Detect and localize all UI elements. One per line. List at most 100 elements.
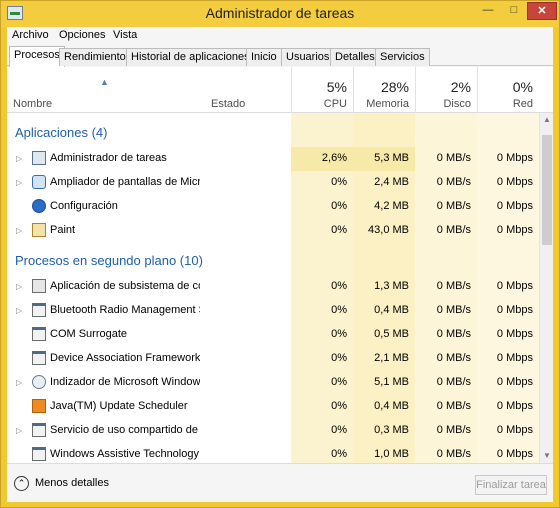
scroll-up-icon[interactable]: ▲ [543, 115, 551, 124]
task-manager-icon [32, 151, 46, 165]
process-mem-value: 1,0 MB [374, 448, 409, 460]
header-cpu-label: CPU [323, 98, 347, 110]
process-cpu-value: 0% [331, 304, 347, 316]
header-network[interactable]: 0% Red [477, 67, 539, 113]
end-task-button[interactable]: Finalizar tarea [475, 475, 547, 495]
process-cpu-value: 0% [331, 400, 347, 412]
process-mem-value: 4,2 MB [374, 200, 409, 212]
scrollbar-thumb[interactable] [542, 135, 552, 245]
sharing-service-icon [32, 423, 46, 437]
process-row[interactable]: ▷ Ampliador de pantallas de Micr... 0% 2,4 … [7, 171, 539, 195]
close-button[interactable]: ✕ [527, 2, 557, 20]
expand-chevron-icon[interactable]: ▷ [16, 178, 22, 187]
process-cpu-value: 0% [331, 328, 347, 340]
process-mem-value: 2,4 MB [374, 176, 409, 188]
process-cpu-value: 0% [331, 352, 347, 364]
process-list: ▲ Nombre Estado 5% CPU 28% Memoria 2% Di… [7, 67, 553, 463]
tab-inicio[interactable]: Inicio [246, 48, 282, 66]
menu-opciones[interactable]: Opciones [59, 29, 105, 41]
header-memory-label: Memoria [366, 98, 409, 110]
process-name: Servicio de uso compartido de r... [50, 424, 200, 436]
process-mem-value: 2,1 MB [374, 352, 409, 364]
header-name[interactable]: Nombre [13, 98, 52, 110]
process-name: Bluetooth Radio Management S... [50, 304, 200, 316]
sort-ascending-icon[interactable]: ▲ [100, 77, 109, 87]
expand-chevron-icon[interactable]: ▷ [16, 378, 22, 387]
process-cpu-value: 0% [331, 224, 347, 236]
fewer-details-link[interactable]: Menos detalles [35, 477, 109, 489]
header-cpu[interactable]: 5% CPU [291, 67, 353, 113]
group-title: Procesos en segundo plano (10) [15, 253, 203, 268]
process-row[interactable]: ▷ Bluetooth Radio Management S... 0% 0,4 MB… [7, 299, 539, 323]
process-net-value: 0 Mbps [496, 352, 533, 364]
vertical-scrollbar[interactable]: ▲ ▼ [539, 113, 553, 463]
process-name: Java(TM) Update Scheduler [50, 400, 188, 412]
chevron-up-icon[interactable]: ⌃ [14, 476, 29, 491]
expand-chevron-icon[interactable]: ▷ [16, 426, 22, 435]
tab-rendimiento[interactable]: Rendimiento [59, 48, 131, 66]
process-cpu-value: 0% [331, 376, 347, 388]
process-name: Device Association Framework ... [50, 352, 200, 364]
group-title: Aplicaciones (4) [15, 125, 108, 140]
process-name: Indizador de Microsoft Window... [50, 376, 200, 388]
close-icon: ✕ [537, 5, 547, 17]
process-row[interactable]: ▷ Indizador de Microsoft Window... 0% 5,1 M… [7, 371, 539, 395]
process-mem-value: 1,3 MB [374, 280, 409, 292]
process-net-value: 0 Mbps [496, 400, 533, 412]
process-disk-value: 0 MB/s [436, 400, 471, 412]
expand-chevron-icon[interactable]: ▷ [16, 154, 22, 163]
process-mem-value: 0,3 MB [374, 424, 409, 436]
header-memory[interactable]: 28% Memoria [353, 67, 415, 113]
process-name: Administrador de tareas [50, 152, 167, 164]
header-disk-percent: 2% [450, 79, 471, 95]
menu-archivo[interactable]: Archivo [12, 29, 49, 41]
process-disk-value: 0 MB/s [436, 200, 471, 212]
process-cpu-value: 2,6% [321, 152, 347, 164]
title-bar: Administrador de tareas — □ ✕ [1, 1, 559, 27]
service-window-icon [32, 303, 46, 317]
process-net-value: 0 Mbps [496, 200, 533, 212]
tab-servicios[interactable]: Servicios [375, 48, 430, 66]
minimize-button[interactable]: — [475, 2, 501, 20]
task-manager-window: Administrador de tareas — □ ✕ Archivo Op… [0, 0, 560, 508]
process-name: Ampliador de pantallas de Micr... [50, 176, 200, 188]
header-network-percent: 0% [512, 79, 533, 95]
tab-procesos[interactable]: Procesos [9, 46, 65, 67]
process-row[interactable]: ▷ Administrador de tareas 2,6% 5,3 MB 0 MB/s… [7, 147, 539, 171]
process-net-value: 0 Mbps [496, 376, 533, 388]
scroll-down-icon[interactable]: ▼ [543, 451, 551, 460]
tab-detalles[interactable]: Detalles [330, 48, 380, 66]
maximize-button[interactable]: □ [501, 2, 527, 20]
process-disk-value: 0 MB/s [436, 224, 471, 236]
process-row[interactable]: Configuración 0% 4,2 MB 0 MB/s 0 Mbps [7, 195, 539, 219]
process-mem-value: 5,1 MB [374, 376, 409, 388]
header-status[interactable]: Estado [211, 98, 245, 110]
process-disk-value: 0 MB/s [436, 304, 471, 316]
tab-usuarios[interactable]: Usuarios [281, 48, 335, 66]
process-cpu-value: 0% [331, 448, 347, 460]
process-row[interactable]: ▷ Paint 0% 43,0 MB 0 MB/s 0 Mbps [7, 219, 539, 243]
process-disk-value: 0 MB/s [436, 280, 471, 292]
process-row[interactable]: Windows Assistive Technology ... 0% 1,0 MB… [7, 443, 539, 463]
process-row[interactable]: Java(TM) Update Scheduler 0% 0,4 MB 0 MB/s 0… [7, 395, 539, 419]
process-row[interactable]: Device Association Framework ... 0% 2,1 MB… [7, 347, 539, 371]
header-disk[interactable]: 2% Disco [415, 67, 477, 113]
menu-vista[interactable]: Vista [113, 29, 137, 41]
search-indexer-icon [32, 375, 46, 389]
header-disk-label: Disco [443, 98, 471, 110]
process-cpu-value: 0% [331, 200, 347, 212]
paint-icon [32, 223, 46, 237]
process-row[interactable]: ▷ Servicio de uso compartido de r... 0% 0,3… [7, 419, 539, 443]
expand-chevron-icon[interactable]: ▷ [16, 226, 22, 235]
process-row[interactable]: ▷ Aplicación de subsistema de cola 0% 1,3 M… [7, 275, 539, 299]
column-header-row: ▲ Nombre Estado 5% CPU 28% Memoria 2% Di… [7, 67, 553, 113]
process-mem-value: 0,4 MB [374, 304, 409, 316]
expand-chevron-icon[interactable]: ▷ [16, 282, 22, 291]
process-row[interactable]: COM Surrogate 0% 0,5 MB 0 MB/s 0 Mbps [7, 323, 539, 347]
process-disk-value: 0 MB/s [436, 152, 471, 164]
process-net-value: 0 Mbps [496, 448, 533, 460]
header-cpu-percent: 5% [326, 79, 347, 95]
header-memory-percent: 28% [380, 79, 409, 95]
tab-historial-aplicaciones[interactable]: Historial de aplicaciones [126, 48, 255, 66]
expand-chevron-icon[interactable]: ▷ [16, 306, 22, 315]
